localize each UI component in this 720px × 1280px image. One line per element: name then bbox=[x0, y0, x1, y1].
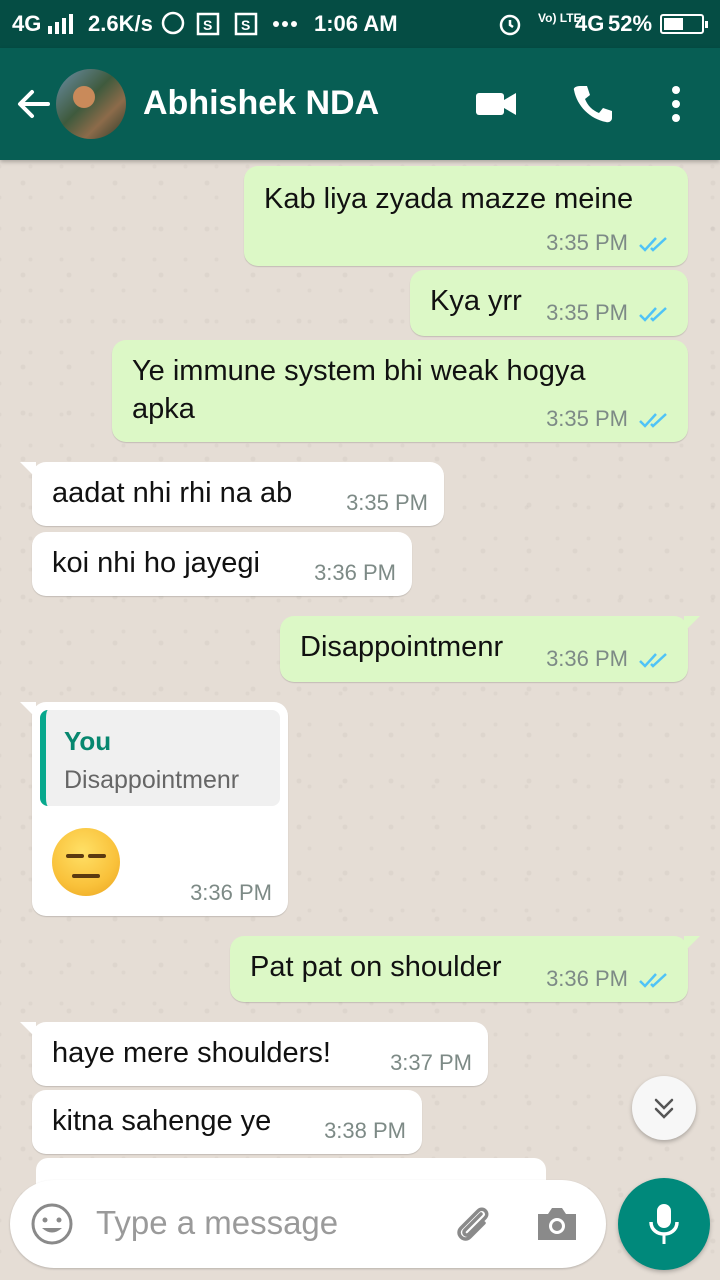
message-composer[interactable]: Type a message bbox=[10, 1180, 606, 1268]
outgoing-message[interactable]: Ye immune system bhi weak hogya apka 3:3… bbox=[112, 340, 688, 442]
svg-text:S: S bbox=[241, 17, 250, 33]
alarm-icon bbox=[499, 14, 521, 36]
message-text: koi nhi ho jayegi bbox=[52, 547, 260, 579]
message-time: 3:35 PM bbox=[546, 300, 628, 325]
more-notifications-icon bbox=[273, 21, 297, 27]
contact-name[interactable]: Abhishek NDA bbox=[143, 84, 379, 123]
notification-icon: S bbox=[234, 12, 258, 36]
message-text: Disappointmenr bbox=[300, 631, 504, 663]
incoming-message[interactable]: haye mere shoulders! 3:37 PM bbox=[20, 1022, 488, 1086]
message-time: 3:36 PM bbox=[546, 966, 628, 991]
message-time: 3:36 PM bbox=[546, 646, 628, 671]
status-bar: 4G 2.6K/s S S 1:06 AM Vo) LTE 4G 52% bbox=[0, 0, 720, 48]
message-time: 3:35 PM bbox=[346, 490, 428, 515]
attach-icon[interactable] bbox=[448, 1200, 496, 1248]
message-time: 3:35 PM bbox=[546, 406, 628, 431]
outgoing-message[interactable]: Kab liya zyada mazze meine 3:35 PM bbox=[244, 166, 688, 266]
video-call-icon[interactable] bbox=[472, 80, 520, 128]
double-check-icon bbox=[639, 307, 667, 322]
double-check-icon bbox=[639, 973, 667, 988]
message-text: Kab liya zyada mazze meine bbox=[264, 183, 634, 215]
more-vert-icon[interactable] bbox=[652, 80, 700, 128]
notification-icon: S bbox=[196, 12, 220, 36]
incoming-message[interactable]: aadat nhi rhi na ab 3:35 PM bbox=[20, 462, 444, 526]
incoming-message[interactable]: koi nhi ho jayegi 3:36 PM bbox=[32, 532, 412, 596]
message-time: 3:37 PM bbox=[390, 1050, 472, 1075]
chat-header: Abhishek NDA bbox=[0, 48, 720, 160]
chat-area[interactable]: Kab liya zyada mazze meine 3:35 PM Kya y… bbox=[0, 160, 720, 1280]
back-arrow-icon[interactable] bbox=[14, 84, 54, 124]
quote-author: You bbox=[64, 726, 112, 756]
phone-icon[interactable] bbox=[568, 80, 616, 128]
outgoing-message[interactable]: Pat pat on shoulder 3:36 PM bbox=[230, 936, 700, 1002]
emoji-icon[interactable] bbox=[30, 1202, 74, 1246]
chevrons-down-icon bbox=[654, 1098, 674, 1119]
message-input[interactable]: Type a message bbox=[96, 1204, 338, 1242]
message-text: aadat nhi rhi na ab bbox=[52, 477, 293, 509]
scroll-to-bottom-button[interactable] bbox=[632, 1076, 696, 1140]
clock: 1:06 AM bbox=[314, 11, 398, 36]
double-check-icon bbox=[639, 237, 667, 252]
message-text: Kya yrr bbox=[430, 285, 522, 317]
outgoing-message[interactable]: Kya yrr 3:35 PM bbox=[410, 270, 688, 336]
signal-icon bbox=[48, 14, 73, 34]
message-text: Pat pat on shoulder bbox=[250, 951, 502, 983]
contact-avatar[interactable] bbox=[56, 69, 126, 139]
message-time: 3:36 PM bbox=[314, 560, 396, 585]
quote-text: Disappointmenr bbox=[64, 766, 240, 794]
expressionless-face-emoji bbox=[52, 828, 120, 896]
incoming-message[interactable]: kitna sahenge ye 3:38 PM bbox=[32, 1090, 422, 1154]
quoted-message[interactable]: You Disappointmenr bbox=[40, 710, 280, 806]
message-time: 3:35 PM bbox=[546, 230, 628, 255]
message-text: kitna sahenge ye bbox=[52, 1105, 272, 1137]
incoming-reply-message[interactable]: You Disappointmenr 3:36 PM bbox=[20, 702, 288, 916]
volte-indicator: Vo) LTE bbox=[538, 11, 582, 25]
battery-icon bbox=[660, 14, 708, 34]
network-indicator-right: 4G bbox=[575, 11, 605, 36]
message-text-line2: apka bbox=[132, 393, 195, 425]
message-text: haye mere shoulders! bbox=[52, 1037, 331, 1069]
whatsapp-notification-icon bbox=[161, 11, 185, 35]
mic-icon bbox=[649, 1204, 679, 1244]
message-time: 3:38 PM bbox=[324, 1118, 406, 1143]
outgoing-message[interactable]: Disappointmenr 3:36 PM bbox=[280, 616, 700, 682]
message-time: 3:36 PM bbox=[190, 880, 272, 905]
double-check-icon bbox=[639, 413, 667, 428]
camera-icon[interactable] bbox=[534, 1202, 580, 1246]
double-check-icon bbox=[639, 653, 667, 668]
battery-percent: 52% bbox=[608, 11, 653, 36]
svg-text:S: S bbox=[203, 17, 212, 33]
network-indicator: 4G bbox=[12, 11, 42, 36]
data-speed: 2.6K/s bbox=[88, 11, 153, 36]
voice-message-button[interactable] bbox=[618, 1178, 710, 1270]
message-text-line1: Ye immune system bhi weak hogya bbox=[132, 355, 586, 387]
